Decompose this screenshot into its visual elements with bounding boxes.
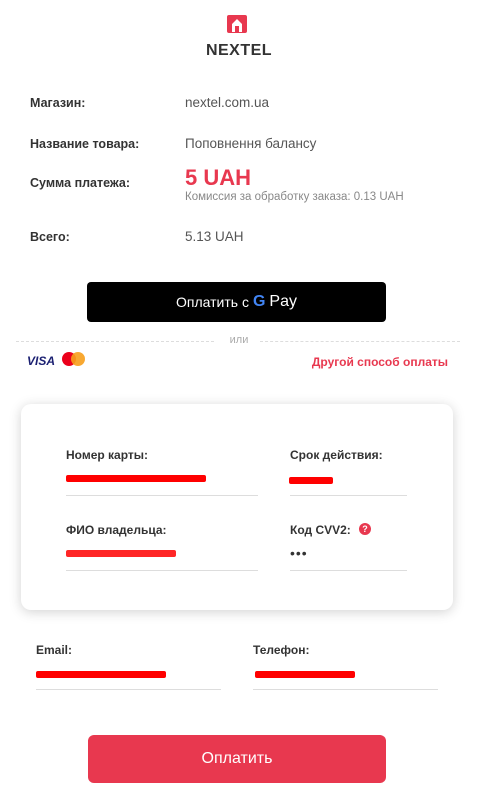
google-pay-button[interactable]: Оплатить с G Pay [87,282,386,322]
phone-label: Телефон: [253,643,310,657]
expiry-label: Срок действия: [290,448,383,462]
divider-or: или [229,334,249,346]
redaction-mark [36,671,166,678]
email-label: Email: [36,643,73,657]
mastercard-icon [62,352,86,366]
card-form [21,404,453,610]
redaction-mark [66,475,206,482]
total-value: 5.13 UAH [185,229,244,244]
google-pay-text: Pay [269,293,297,310]
redaction-mark [66,550,176,557]
product-value: Поповнення балансу [185,136,317,151]
other-payment-method-link[interactable]: Другой способ оплаты [312,355,448,369]
cardholder-label: ФИО владельца: [66,523,167,537]
store-label: Магазин: [30,96,86,110]
store-value: nextel.com.ua [185,95,270,110]
cvv-label: Код CVV2: [290,523,351,537]
pay-button[interactable]: Оплатить [88,735,386,783]
amount-value: 5 UAH [185,165,252,190]
google-g-icon: G [252,293,266,310]
redaction-mark [255,671,355,678]
brand-name: NEXTEL [205,42,273,59]
help-icon[interactable]: ? [359,523,371,535]
nextel-logo-icon [227,15,247,33]
redaction-mark [289,477,333,484]
cvv-masked-value: ••• [290,545,308,561]
card-number-label: Номер карты: [66,448,149,462]
google-pay-label: Оплатить с [176,294,249,310]
total-label: Всего: [30,230,70,244]
commission-text: Комиссия за обработку заказа: 0.13 UAH [185,191,404,203]
product-label: Название товара: [30,137,140,151]
visa-logo: VISA [27,354,56,368]
amount-label: Сумма платежа: [30,176,131,190]
